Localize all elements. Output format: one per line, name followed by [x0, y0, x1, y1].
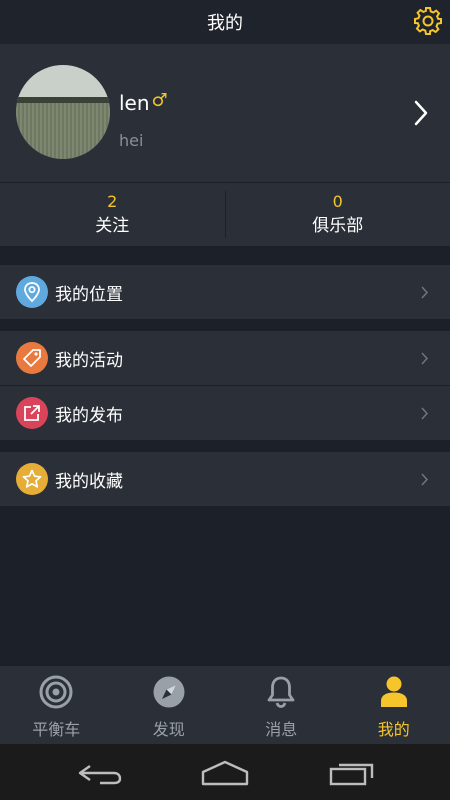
menu-item-my-location[interactable]: 我的位置	[0, 265, 450, 319]
male-gender-icon: ♂	[151, 89, 168, 111]
page-title: 我的	[207, 13, 243, 34]
tab-label: 消息	[265, 720, 298, 739]
menu-item-label: 我的活动	[55, 350, 123, 371]
username: len ♂	[119, 89, 168, 116]
clubs-label: 俱乐部	[312, 215, 364, 236]
menu-item-label: 我的收藏	[55, 471, 123, 492]
target-icon	[39, 675, 73, 709]
chevron-right-icon	[421, 352, 429, 365]
tab-me[interactable]: 我的	[338, 666, 450, 744]
chevron-right-icon	[421, 473, 429, 486]
tab-label: 我的	[377, 720, 410, 739]
profile-signature: hei	[119, 131, 144, 150]
clubs-count: 0	[332, 191, 343, 211]
menu-item-my-favorites[interactable]: 我的收藏	[0, 452, 450, 506]
gear-icon[interactable]	[412, 5, 444, 37]
recent-apps-icon[interactable]	[328, 760, 376, 786]
top-bar: 我的	[0, 0, 450, 44]
back-icon[interactable]	[76, 762, 124, 786]
stat-clubs[interactable]: 0 俱乐部	[226, 183, 450, 246]
system-navigation-bar	[0, 744, 450, 800]
chevron-right-icon	[421, 407, 429, 420]
following-count: 2	[107, 191, 118, 211]
tab-discover[interactable]: 发现	[113, 666, 226, 744]
tab-balance-car[interactable]: 平衡车	[0, 666, 113, 744]
tab-messages[interactable]: 消息	[225, 666, 338, 744]
compass-icon	[153, 676, 185, 708]
home-icon[interactable]	[200, 760, 250, 786]
location-pin-icon	[16, 276, 48, 308]
username-text: len	[119, 91, 150, 115]
stats-bar: 2 关注 0 俱乐部	[0, 182, 450, 246]
star-icon	[16, 463, 48, 495]
tag-icon	[16, 342, 48, 374]
share-external-icon	[16, 397, 48, 429]
following-label: 关注	[95, 215, 130, 236]
tab-label: 平衡车	[32, 720, 81, 739]
person-icon	[380, 676, 407, 707]
menu-item-my-activities[interactable]: 我的活动	[0, 331, 450, 385]
profile-card[interactable]: len ♂ hei	[0, 44, 450, 182]
menu-item-label: 我的发布	[55, 405, 123, 426]
bottom-tab-bar: 平衡车 发现 消息 我的	[0, 666, 450, 744]
avatar[interactable]	[16, 65, 110, 159]
menu-item-my-posts[interactable]: 我的发布	[0, 386, 450, 440]
chevron-right-icon[interactable]	[412, 98, 430, 128]
menu-item-label: 我的位置	[55, 284, 123, 305]
tab-label: 发现	[152, 720, 185, 739]
stat-following[interactable]: 2 关注	[0, 183, 225, 246]
bell-icon	[267, 676, 295, 708]
chevron-right-icon	[421, 286, 429, 299]
